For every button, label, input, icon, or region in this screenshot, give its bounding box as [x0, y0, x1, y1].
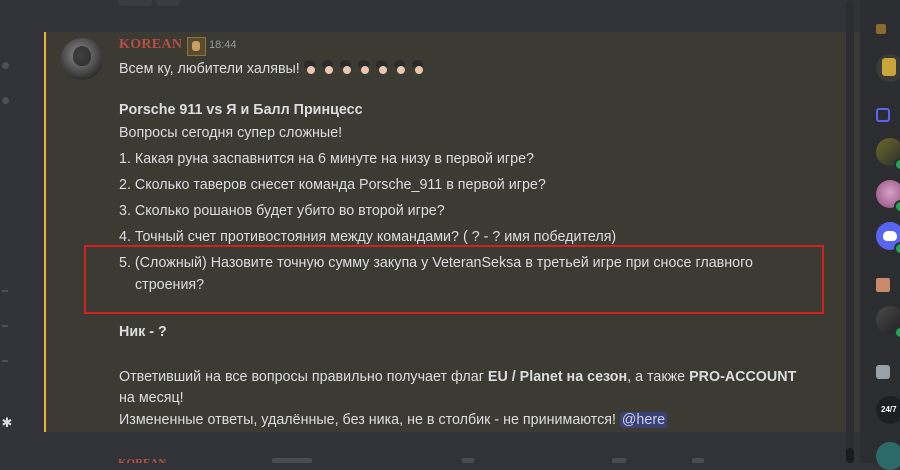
emoji-icon [410, 60, 427, 75]
next-message-preview [462, 458, 474, 463]
left-rail: ✱ [0, 0, 22, 463]
member-list: 24/7 [860, 0, 900, 470]
online-status [894, 158, 900, 171]
next-message-username[interactable]: KOREAN [118, 456, 180, 463]
rail-tick [2, 290, 8, 292]
role-icon [187, 37, 206, 56]
member-badge-icon [876, 365, 890, 379]
message-username[interactable]: KOREAN [119, 37, 182, 53]
prize-text: Ответивший на все вопросы правильно полу… [119, 369, 488, 385]
annotation-highlight-box [84, 245, 824, 314]
rail-dot [2, 97, 9, 104]
next-message-preview [692, 458, 704, 463]
match-title: Porsche 911 vs Я и Балл Принцесс [119, 102, 363, 118]
emoji-icon [392, 60, 409, 75]
member-badge-icon [876, 24, 886, 34]
chat-scrollbar[interactable] [846, 0, 854, 463]
member-avatar[interactable] [876, 54, 900, 82]
question-2: 2. Сколько таверов снесет команда Porsch… [119, 177, 546, 193]
scrollbar-thumb[interactable] [846, 448, 854, 463]
message: KOREAN 18:44 Всем ку, любители халявы! P… [44, 32, 864, 432]
member-badge-icon [876, 278, 890, 292]
reaction[interactable] [156, 0, 180, 6]
prize-line: Ответивший на все вопросы правильно полу… [119, 369, 796, 385]
rules-text: Измененные ответы, удалённые, без ника, … [119, 412, 620, 428]
rail-tick [2, 360, 8, 362]
prize-text-2: , а также [627, 369, 690, 385]
question-1: 1. Какая руна заспавнится на 6 минуте на… [119, 151, 534, 167]
prize-line-continued: на месяц! [119, 390, 184, 406]
emoji-icon [374, 60, 391, 75]
emoji-row [302, 60, 428, 77]
next-message-preview [272, 458, 312, 463]
emoji-icon [338, 60, 355, 75]
rail-dot [2, 62, 9, 69]
online-status [894, 242, 900, 255]
prize-flag: EU / Planet на сезон [487, 369, 628, 385]
avatar[interactable] [61, 38, 103, 80]
member-avatar[interactable]: 24/7 [876, 396, 900, 424]
reaction[interactable] [118, 0, 152, 6]
chat-area: KOREAN 18:44 Всем ку, любители халявы! P… [22, 0, 864, 463]
intro-line: Вопросы сегодня супер сложные! [119, 125, 343, 141]
greeting-line: Всем ку, любители халявы! [119, 60, 428, 77]
emoji-icon [302, 60, 319, 75]
nick-line: Ник - ? [119, 324, 167, 340]
member-badge-icon [876, 108, 890, 122]
emoji-icon [356, 60, 373, 75]
online-status [894, 200, 900, 213]
rail-tick [2, 325, 8, 327]
prize-account: PRO-ACCOUNT [689, 369, 797, 385]
message-timestamp: 18:44 [209, 39, 237, 51]
greeting-text: Всем ку, любители халявы! [119, 61, 300, 77]
next-message-preview [612, 458, 626, 463]
emoji-icon [320, 60, 337, 75]
question-3: 3. Сколько рошанов будет убито во второй… [119, 203, 445, 219]
question-4: 4. Точный счет противостояния между кома… [119, 229, 617, 245]
here-mention[interactable]: @here [619, 412, 668, 428]
online-status [894, 326, 900, 339]
member-avatar[interactable] [876, 442, 900, 470]
rules-line: Измененные ответы, удалённые, без ника, … [119, 412, 668, 428]
gear-icon[interactable]: ✱ [0, 410, 14, 436]
